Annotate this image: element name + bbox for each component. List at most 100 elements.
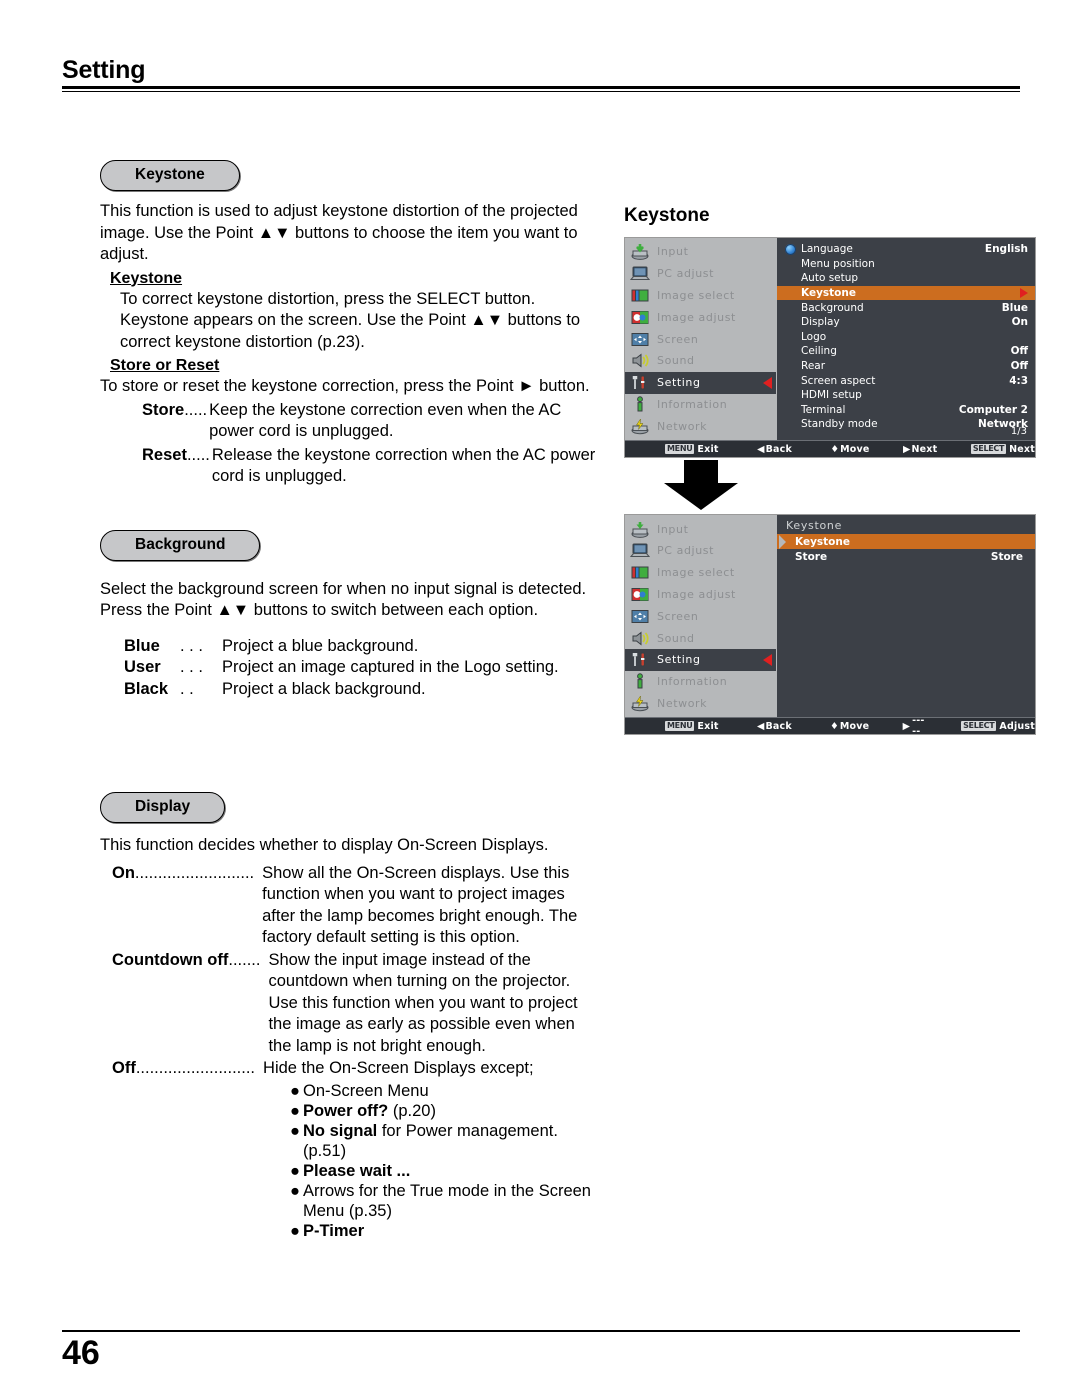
statusbar-label: Move	[840, 443, 870, 455]
statusbar-select[interactable]: SELECT Next	[970, 444, 1035, 455]
sidebar-item-pc-adjust[interactable]: PC adjust	[625, 540, 777, 562]
menu-row-value: On	[1011, 316, 1028, 329]
sidebar-item-image-select[interactable]: Image select	[625, 285, 777, 307]
statusbar-back[interactable]: ◀ Back	[757, 444, 792, 455]
sidebar-item-label: Network	[657, 419, 708, 433]
menu-row-label: Standby mode	[801, 418, 878, 431]
sidebar-item-network[interactable]: Network	[625, 415, 777, 437]
menu-row-rear[interactable]: Rear Off	[777, 359, 1035, 374]
definition-row: Off .......................... Hide the …	[112, 1058, 600, 1080]
definition-dots: .....	[184, 400, 208, 419]
store-reset-text: To store or reset the keystone correctio…	[100, 377, 590, 395]
select-key-icon: SELECT	[961, 721, 997, 732]
menu-row-value: Blue	[1001, 301, 1028, 314]
menu-row-label: Menu position	[801, 257, 875, 270]
section-pill-keystone: Keystone	[100, 160, 240, 191]
definition-dots: . .	[180, 679, 194, 698]
sidebar-item-label: Information	[657, 397, 728, 411]
sidebar-item-screen[interactable]: Screen	[625, 605, 777, 627]
menu-row-display[interactable]: Display On	[777, 315, 1035, 330]
sidebar-item-label: Sound	[657, 631, 695, 645]
sidebar-item-label: Image adjust	[657, 587, 736, 601]
sidebar-item-input[interactable]: Input	[625, 241, 777, 263]
menu-row-standby-mode[interactable]: Standby mode Network	[777, 417, 1035, 432]
definition-term: Off	[112, 1059, 136, 1077]
off-exception-bullet-list: ● On-Screen Menu ● Power off? (p.20) ● N…	[290, 1081, 600, 1241]
left-content-column: Keystone This function is used to adjust…	[100, 160, 600, 1241]
menu-row-value: Off	[1010, 345, 1028, 358]
sidebar-item-label: PC adjust	[657, 267, 715, 281]
network-icon	[630, 418, 650, 435]
statusbar-select[interactable]: SELECT Adjust	[961, 721, 1035, 732]
statusbar-move[interactable]: ♦ Move	[830, 721, 869, 732]
submenu-title: Keystone	[786, 519, 843, 533]
statusbar-next[interactable]: ▶ -----	[903, 715, 928, 737]
list-item: ● No signal for Power management. (p.51)	[290, 1121, 600, 1161]
menu-row-logo[interactable]: Logo	[777, 330, 1035, 345]
menu-row-language[interactable]: Language English	[777, 242, 1035, 257]
statusbar-exit[interactable]: MENU Exit	[665, 444, 719, 455]
sidebar-item-image-adjust[interactable]: Image adjust	[625, 584, 777, 606]
statusbar-label: Next	[911, 443, 938, 455]
menu-key-icon: MENU	[665, 721, 695, 732]
sidebar-item-pc-adjust[interactable]: PC adjust	[625, 263, 777, 285]
definition-dots: . . .	[180, 636, 203, 655]
keystone-sub-text: To correct keystone distortion, press th…	[120, 289, 581, 351]
sidebar-item-label: Screen	[657, 609, 699, 623]
menu-row-keystone[interactable]: Keystone	[777, 285, 1035, 301]
globe-icon	[785, 243, 796, 255]
menu-row-background[interactable]: Background Blue	[777, 300, 1035, 315]
menu-row-label: Keystone	[801, 287, 856, 300]
menu-row-hdmi-setup[interactable]: HDMI setup	[777, 388, 1035, 403]
pc-adjust-icon	[629, 542, 651, 559]
menu-row-auto-setup[interactable]: Auto setup	[777, 271, 1035, 286]
background-intro: Select the background screen for when no…	[100, 579, 587, 620]
statusbar-label: Exit	[697, 720, 719, 732]
sidebar-item-input[interactable]: Input	[625, 518, 777, 540]
menu-row-next-arrow-icon	[1020, 288, 1028, 299]
menu-row-value: Computer 2	[958, 403, 1028, 416]
image-adjust-icon	[630, 309, 650, 326]
submenu-caret-icon	[779, 534, 786, 549]
sidebar-item-label: Image adjust	[657, 310, 736, 324]
sidebar-item-information[interactable]: Information	[625, 671, 777, 693]
updown-arrow-icon: ♦	[830, 720, 839, 732]
bullet-bold-text: Please wait ...	[303, 1161, 411, 1180]
menu-row-label: Ceiling	[801, 345, 837, 358]
submenu-row-keystone[interactable]: Keystone	[777, 534, 1035, 550]
bullet-bold-text: P-Timer	[303, 1221, 365, 1240]
keystone-sub-heading: Keystone	[110, 269, 183, 287]
sidebar-item-image-select[interactable]: Image select	[625, 562, 777, 584]
sidebar-item-sound[interactable]: Sound	[625, 627, 777, 649]
menu-row-label: Auto setup	[801, 272, 859, 285]
sidebar-item-network[interactable]: Network	[625, 693, 777, 715]
menu-row-menu-position[interactable]: Menu position	[777, 257, 1035, 272]
keystone-intro: This function is used to adjust keystone…	[100, 202, 578, 263]
sidebar-item-label: Input	[657, 245, 689, 259]
left-arrow-icon: ◀	[757, 443, 765, 455]
statusbar-label: Exit	[697, 443, 719, 455]
page-title: Setting	[62, 56, 146, 84]
sidebar-item-setting[interactable]: Setting	[625, 646, 784, 673]
statusbar-move[interactable]: ♦ Move	[830, 444, 869, 455]
menu-row-terminal[interactable]: Terminal Computer 2	[777, 403, 1035, 418]
definition-term: Black	[124, 679, 169, 698]
sidebar-item-setting[interactable]: Setting	[625, 369, 784, 396]
definition-desc: Show all the On-Screen displays. Use thi…	[262, 863, 578, 947]
sidebar-item-information[interactable]: Information	[625, 394, 777, 416]
submenu-row-store[interactable]: Store Store	[777, 549, 1035, 564]
definition-row: User . . . Project an image captured in …	[124, 657, 600, 679]
menu-row-ceiling[interactable]: Ceiling Off	[777, 344, 1035, 359]
menu-row-screen-aspect[interactable]: Screen aspect 4:3	[777, 373, 1035, 388]
statusbar-next[interactable]: ▶ Next	[903, 444, 937, 455]
right-arrow-icon: ▶	[902, 720, 911, 732]
definition-term: On	[112, 863, 135, 882]
sidebar-item-screen[interactable]: Screen	[625, 328, 777, 350]
statusbar-back[interactable]: ◀ Back	[757, 721, 792, 732]
sidebar-item-label: Image select	[657, 566, 735, 580]
sidebar-item-label: Sound	[657, 354, 695, 368]
sidebar-item-image-adjust[interactable]: Image adjust	[625, 306, 777, 328]
sidebar-item-sound[interactable]: Sound	[625, 350, 777, 372]
definition-desc: Project a black background.	[222, 679, 426, 698]
statusbar-exit[interactable]: MENU Exit	[665, 721, 719, 732]
